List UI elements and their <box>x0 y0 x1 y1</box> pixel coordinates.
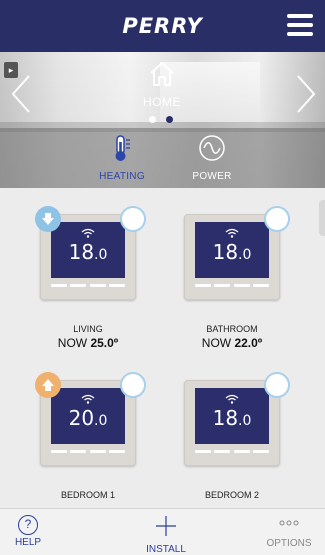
help-circle-icon: ? <box>18 515 38 535</box>
room-name: BEDROOM 1 <box>60 490 115 500</box>
cooling-badge <box>35 206 61 232</box>
select-radio[interactable] <box>264 206 290 232</box>
wifi-icon <box>81 228 95 238</box>
thermostat-grid: 18.0 LIVING NOW 25.0º 18.0 BATHROOM NOW … <box>0 188 325 508</box>
perry-logo: PERRY <box>122 14 203 38</box>
power-mode-button[interactable]: POWER <box>172 134 252 182</box>
current-temperature: NOW 25.0º <box>57 336 119 350</box>
thermostat-card-bedroom-1[interactable]: 20.0 BEDROOM 1 <box>28 354 148 504</box>
thermostat-frame: 18.0 <box>184 380 280 466</box>
carousel-dot[interactable] <box>149 116 156 123</box>
wifi-icon <box>225 228 239 238</box>
room-name: BEDROOM 2 <box>204 490 259 500</box>
thermostat-screen: 18.0 <box>195 388 269 444</box>
thermometer-icon <box>115 135 130 161</box>
plus-icon <box>156 516 176 536</box>
thermostat-screen: 18.0 <box>195 222 269 278</box>
home-carousel: ▸ HOME HEATING POWER <box>0 52 325 188</box>
thermostat-screen: 20.0 <box>51 388 125 444</box>
home-title: HOME <box>143 95 181 109</box>
thermostat-card-bathroom[interactable]: 18.0 BATHROOM NOW 22.0º <box>172 188 292 350</box>
setpoint-temperature: 18.0 <box>68 240 108 264</box>
bottom-toolbar: ? HELP INSTALL OPTIONS <box>0 508 325 555</box>
heating-badge <box>35 372 61 398</box>
help-button[interactable]: ? HELP <box>4 515 52 548</box>
home-selector[interactable]: HOME <box>130 60 194 109</box>
wifi-icon <box>225 394 239 404</box>
thermostat-card-living[interactable]: 18.0 LIVING NOW 25.0º <box>28 188 148 350</box>
options-label: OPTIONS <box>266 538 312 549</box>
install-label: INSTALL <box>146 544 186 555</box>
chevron-left-icon[interactable] <box>10 74 32 114</box>
power-mode-label: POWER <box>192 171 232 182</box>
setpoint-temperature: 18.0 <box>212 406 252 430</box>
ellipsis-icon <box>279 520 299 526</box>
carousel-dots <box>149 116 173 123</box>
current-temperature: NOW 22.0º <box>201 336 263 350</box>
sine-wave-icon <box>199 135 225 161</box>
arrow-down-icon <box>42 213 54 225</box>
room-name: BATHROOM <box>206 324 258 334</box>
select-radio[interactable] <box>120 372 146 398</box>
arrow-up-icon <box>42 379 54 391</box>
options-button[interactable]: OPTIONS <box>258 515 320 549</box>
carousel-dot-active[interactable] <box>166 116 173 123</box>
mode-bar: HEATING POWER <box>0 128 325 188</box>
menu-button[interactable] <box>287 14 313 36</box>
house-icon <box>150 62 174 86</box>
heating-mode-label: HEATING <box>99 171 145 182</box>
thermostat-card-bedroom-2[interactable]: 18.0 BEDROOM 2 <box>172 354 292 504</box>
wifi-icon <box>81 394 95 404</box>
app-header: PERRY <box>0 0 325 52</box>
thermostat-frame: 18.0 <box>184 214 280 300</box>
room-name: LIVING <box>73 324 103 334</box>
select-radio[interactable] <box>264 372 290 398</box>
install-button[interactable]: INSTALL <box>137 515 195 555</box>
select-radio[interactable] <box>120 206 146 232</box>
heating-mode-button[interactable]: HEATING <box>82 134 162 182</box>
thermostat-screen: 18.0 <box>51 222 125 278</box>
hamburger-icon <box>287 14 313 18</box>
help-label: HELP <box>14 537 42 548</box>
setpoint-temperature: 18.0 <box>212 240 252 264</box>
chevron-right-icon[interactable] <box>295 74 317 114</box>
setpoint-temperature: 20.0 <box>68 406 108 430</box>
